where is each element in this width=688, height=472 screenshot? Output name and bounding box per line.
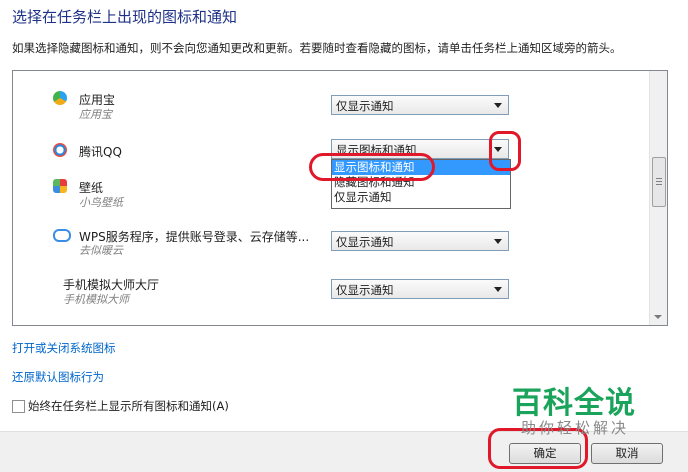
dropdown-option[interactable]: 仅显示通知 [332,190,510,205]
description-text: 如果选择隐藏图标和通知，则不会向您通知更改和更新。若要随时查看隐藏的图标，请单击… [12,41,622,55]
app-publisher: 手机模拟大师 [63,293,129,306]
behavior-select[interactable]: 仅显示通知 [331,95,509,115]
chevron-down-icon [494,287,502,292]
yingyongbao-icon [53,91,67,105]
annotation-arrow-highlight [489,131,521,171]
app-publisher: 小鸟壁纸 [79,196,123,209]
chevron-down-icon [494,103,502,108]
scrollbar-thumb[interactable] [652,157,666,207]
behavior-value: 仅显示通知 [336,99,394,113]
qq-icon [53,143,67,157]
cloud-icon [53,229,71,242]
always-show-label: 始终在任务栏上显示所有图标和通知(A) [28,399,229,413]
behavior-select[interactable]: 仅显示通知 [331,279,509,299]
behavior-value: 仅显示通知 [336,283,394,297]
always-show-checkbox[interactable] [12,400,25,413]
annotation-option-highlight [309,153,435,181]
restore-default-link[interactable]: 还原默认图标行为 [12,369,104,385]
watermark-tagline: 助你轻松解决 [521,419,630,437]
app-publisher: 应用宝 [79,108,112,121]
behavior-select[interactable]: 仅显示通知 [331,231,509,251]
chevron-down-icon [494,239,502,244]
cancel-button[interactable]: 取消 [591,443,663,464]
wallpaper-icon [53,179,67,193]
app-name: 腾讯QQ [79,145,122,159]
page-title: 选择在任务栏上出现的图标和通知 [12,8,238,26]
system-icons-link[interactable]: 打开或关闭系统图标 [12,340,116,356]
app-publisher: 去似暖云 [79,244,123,257]
watermark-logo: 百科全说 [512,386,636,421]
behavior-value: 仅显示通知 [336,235,394,249]
scrollbar[interactable] [649,71,667,325]
scroll-down-icon[interactable] [654,315,662,319]
notification-area-list: 应用宝 应用宝 仅显示通知 腾讯QQ 显示图标和通知 壁纸 小鸟壁纸 WPS服务… [12,70,668,326]
